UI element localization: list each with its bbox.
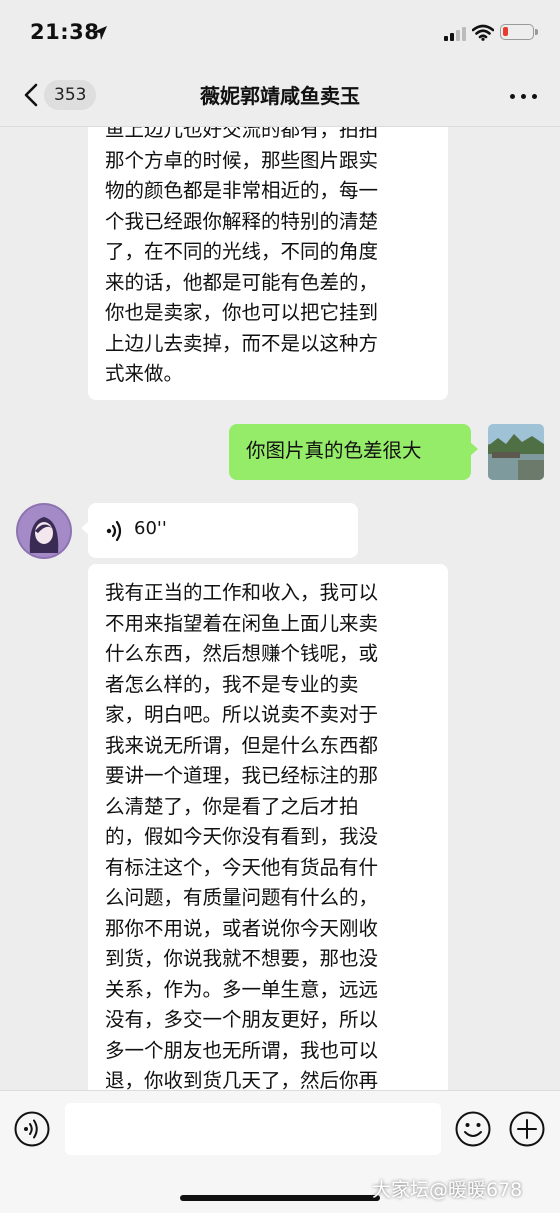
location-arrow-icon <box>93 26 107 40</box>
unread-count-badge[interactable]: 353 <box>44 80 97 110</box>
more-options-icon[interactable] <box>506 84 542 108</box>
my-avatar[interactable] <box>488 424 544 480</box>
watermark-text: 大家坛@暖暖678 <box>372 1179 523 1201</box>
received-message-bubble[interactable]: 我有正当的工作和收入，我可以 不用来指望着在闲鱼上面儿来卖 什么东西，然后想赚个… <box>88 564 448 1090</box>
received-message-bubble[interactable]: 鱼上边儿也好交流的都有，拍拍 那个方卓的时候，那些图片跟实 物的颜色都是非常相近… <box>88 127 448 400</box>
message-input[interactable] <box>65 1103 441 1155</box>
chat-header: 薇妮郭靖咸鱼卖玉 353 <box>0 64 560 127</box>
landscape-avatar-image <box>488 424 544 480</box>
status-time: 21:38 <box>30 20 100 44</box>
status-bar: 21:38 <box>0 0 560 64</box>
sent-message-bubble[interactable]: 你图片真的色差很大 <box>229 424 478 480</box>
voice-input-toggle-icon[interactable] <box>14 1111 50 1147</box>
battery-icon <box>500 24 538 40</box>
cellular-signal-icon <box>444 27 466 41</box>
illustrated-girl-avatar-image <box>16 503 72 559</box>
voice-duration: 60'' <box>134 518 167 539</box>
battery-level <box>503 27 508 36</box>
message-text: 我有正当的工作和收入，我可以 不用来指望着在闲鱼上面儿来卖 什么东西，然后想赚个… <box>105 581 379 1090</box>
chat-message-list[interactable]: 鱼上边儿也好交流的都有，拍拍 那个方卓的时候，那些图片跟实 物的颜色都是非常相近… <box>0 127 560 1090</box>
message-text: 鱼上边儿也好交流的都有，拍拍 那个方卓的时候，那些图片跟实 物的颜色都是非常相近… <box>105 127 379 385</box>
voice-message-bubble[interactable]: 60'' <box>81 503 358 558</box>
emoji-icon[interactable] <box>455 1111 491 1147</box>
plus-icon[interactable] <box>509 1111 545 1147</box>
home-indicator[interactable] <box>180 1195 380 1201</box>
message-text: 你图片真的色差很大 <box>246 439 422 462</box>
wifi-icon <box>472 24 494 41</box>
contact-avatar[interactable] <box>16 503 72 559</box>
voice-wave-icon <box>106 520 122 542</box>
